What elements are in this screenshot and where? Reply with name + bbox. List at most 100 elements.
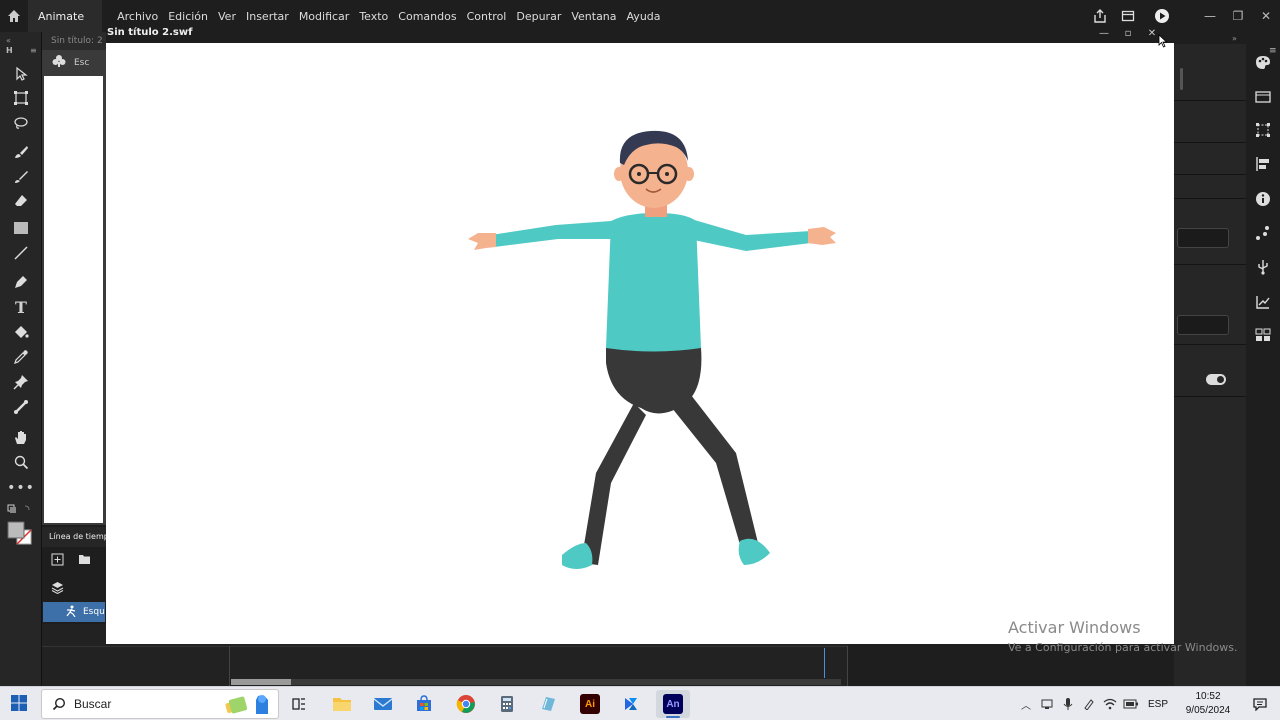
property-field-1[interactable]	[1177, 228, 1229, 248]
chart-icon	[1256, 296, 1270, 309]
swf-titlebar[interactable]: Sin título 2.swf — ▫ ✕	[106, 24, 1174, 43]
transform-panel-button[interactable]	[1253, 120, 1273, 140]
hand-tool[interactable]	[11, 427, 31, 447]
panel-scroll-indicator[interactable]	[1180, 68, 1183, 90]
menu-modificar[interactable]: Modificar	[294, 10, 355, 23]
more-tools-button[interactable]: •••	[7, 478, 34, 498]
menu-control[interactable]: Control	[462, 10, 512, 23]
layers-icon[interactable]	[51, 581, 64, 597]
motion-panel-button[interactable]	[1253, 223, 1273, 243]
property-toggle[interactable]	[1206, 374, 1226, 385]
components-panel-button[interactable]	[1253, 257, 1273, 277]
pin-tool[interactable]	[11, 372, 31, 392]
rectangle-tool[interactable]	[11, 218, 31, 238]
club-icon[interactable]	[52, 54, 66, 71]
taskbar-animate[interactable]: An	[656, 690, 690, 718]
taskbar-file-explorer[interactable]	[325, 690, 359, 718]
brush-tool[interactable]	[11, 167, 31, 187]
left-hand	[468, 233, 496, 250]
left-ear	[614, 167, 624, 181]
calculator-icon	[501, 696, 513, 712]
menu-ver[interactable]: Ver	[213, 10, 241, 23]
align-panel-button[interactable]	[1253, 154, 1273, 174]
stroke-fill-color-swatch[interactable]	[7, 521, 35, 550]
eyedropper-tool[interactable]	[11, 347, 31, 367]
workspace-tab[interactable]: Animate	[28, 0, 103, 32]
tray-pen-button[interactable]	[1079, 694, 1099, 714]
new-layer-button[interactable]	[51, 553, 64, 569]
panel-divider	[1174, 264, 1246, 265]
timeline-scrollbar[interactable]	[231, 679, 841, 685]
tray-battery-button[interactable]	[1121, 694, 1141, 714]
menu-edicion[interactable]: Edición	[163, 10, 213, 23]
library-panel-button[interactable]	[1253, 87, 1273, 107]
taskbar-calculator[interactable]	[490, 690, 524, 718]
eraser-tool[interactable]	[11, 191, 31, 211]
swf-window-controls: — ▫ ✕	[1092, 24, 1164, 43]
tray-overflow-button[interactable]: ︿	[1016, 694, 1036, 714]
line-tool[interactable]	[11, 243, 31, 263]
taskbar-illustrator[interactable]: Ai	[573, 690, 607, 718]
free-transform-tool[interactable]	[11, 88, 31, 108]
tray-notifications-button[interactable]	[1250, 694, 1270, 714]
scene-label[interactable]: Esc	[74, 58, 89, 68]
bone-tool[interactable]	[11, 397, 31, 417]
panel-menu-icon[interactable]: ≡	[30, 46, 37, 55]
taskbar-task-view[interactable]	[282, 690, 316, 718]
taskbar-mail[interactable]	[366, 690, 400, 718]
swf-canvas[interactable]	[106, 43, 1174, 644]
timeline-playhead[interactable]	[824, 648, 825, 678]
tray-wifi-button[interactable]	[1100, 694, 1120, 714]
layer-row-selected[interactable]: Esqu	[43, 602, 105, 622]
swap-colors-icon[interactable]	[7, 504, 33, 517]
new-folder-button[interactable]	[78, 553, 91, 568]
selection-tool[interactable]	[11, 64, 31, 84]
document-tab[interactable]: Sin título: 2	[42, 32, 106, 50]
motion-presets-button[interactable]	[1253, 292, 1273, 312]
tray-device-button[interactable]	[1037, 694, 1057, 714]
color-panel-button[interactable]	[1253, 52, 1273, 72]
tray-microphone-button[interactable]	[1058, 694, 1078, 714]
assets-panel-button[interactable]	[1253, 325, 1273, 345]
panel-collapse-icon[interactable]: »	[1232, 34, 1237, 43]
stage-area: Esc	[42, 50, 106, 525]
collapse-icon[interactable]: «	[6, 36, 11, 45]
tray-language[interactable]: ESP	[1148, 699, 1168, 710]
minimize-button[interactable]: —	[1196, 6, 1224, 26]
windows-taskbar: Buscar Ai An ︿ ESP 10:52 9/05/2024	[0, 686, 1280, 720]
text-tool[interactable]: T	[11, 297, 31, 317]
restore-button[interactable]: ❐	[1224, 6, 1252, 26]
menu-texto[interactable]: Texto	[354, 10, 393, 23]
menu-depurar[interactable]: Depurar	[511, 10, 566, 23]
start-button[interactable]	[10, 694, 30, 714]
lasso-tool[interactable]	[11, 113, 31, 133]
taskbar-power-automate[interactable]	[614, 690, 648, 718]
taskbar-search[interactable]: Buscar	[41, 689, 279, 719]
swf-maximize-button[interactable]: ▫	[1116, 26, 1140, 42]
menu-archivo[interactable]: Archivo	[112, 10, 163, 23]
taskbar-store[interactable]	[407, 690, 441, 718]
armature-layer-icon	[65, 605, 77, 620]
menu-insertar[interactable]: Insertar	[241, 10, 294, 23]
clock-time: 10:52	[1195, 691, 1221, 702]
paint-brush-tool[interactable]	[11, 142, 31, 162]
close-button[interactable]: ✕	[1252, 6, 1280, 26]
zoom-tool[interactable]	[11, 452, 31, 472]
taskbar-chrome[interactable]	[449, 690, 483, 718]
power-automate-icon	[625, 698, 637, 710]
info-panel-button[interactable]	[1253, 189, 1273, 209]
property-field-2[interactable]	[1177, 315, 1229, 335]
pen-tool[interactable]	[11, 272, 31, 292]
menu-comandos[interactable]: Comandos	[393, 10, 461, 23]
swf-minimize-button[interactable]: —	[1092, 26, 1116, 42]
timeline-label[interactable]: Línea de tiemp	[42, 532, 109, 541]
menu-ayuda[interactable]: Ayuda	[622, 10, 666, 23]
stage-canvas[interactable]	[44, 76, 103, 523]
paint-bucket-tool[interactable]	[11, 322, 31, 342]
scrollbar-thumb[interactable]	[231, 679, 291, 685]
home-button[interactable]	[0, 0, 28, 32]
layers-header	[42, 578, 106, 598]
tray-clock[interactable]: 10:52 9/05/2024	[1178, 690, 1238, 718]
taskbar-notepad[interactable]	[531, 690, 565, 718]
menu-ventana[interactable]: Ventana	[566, 10, 621, 23]
